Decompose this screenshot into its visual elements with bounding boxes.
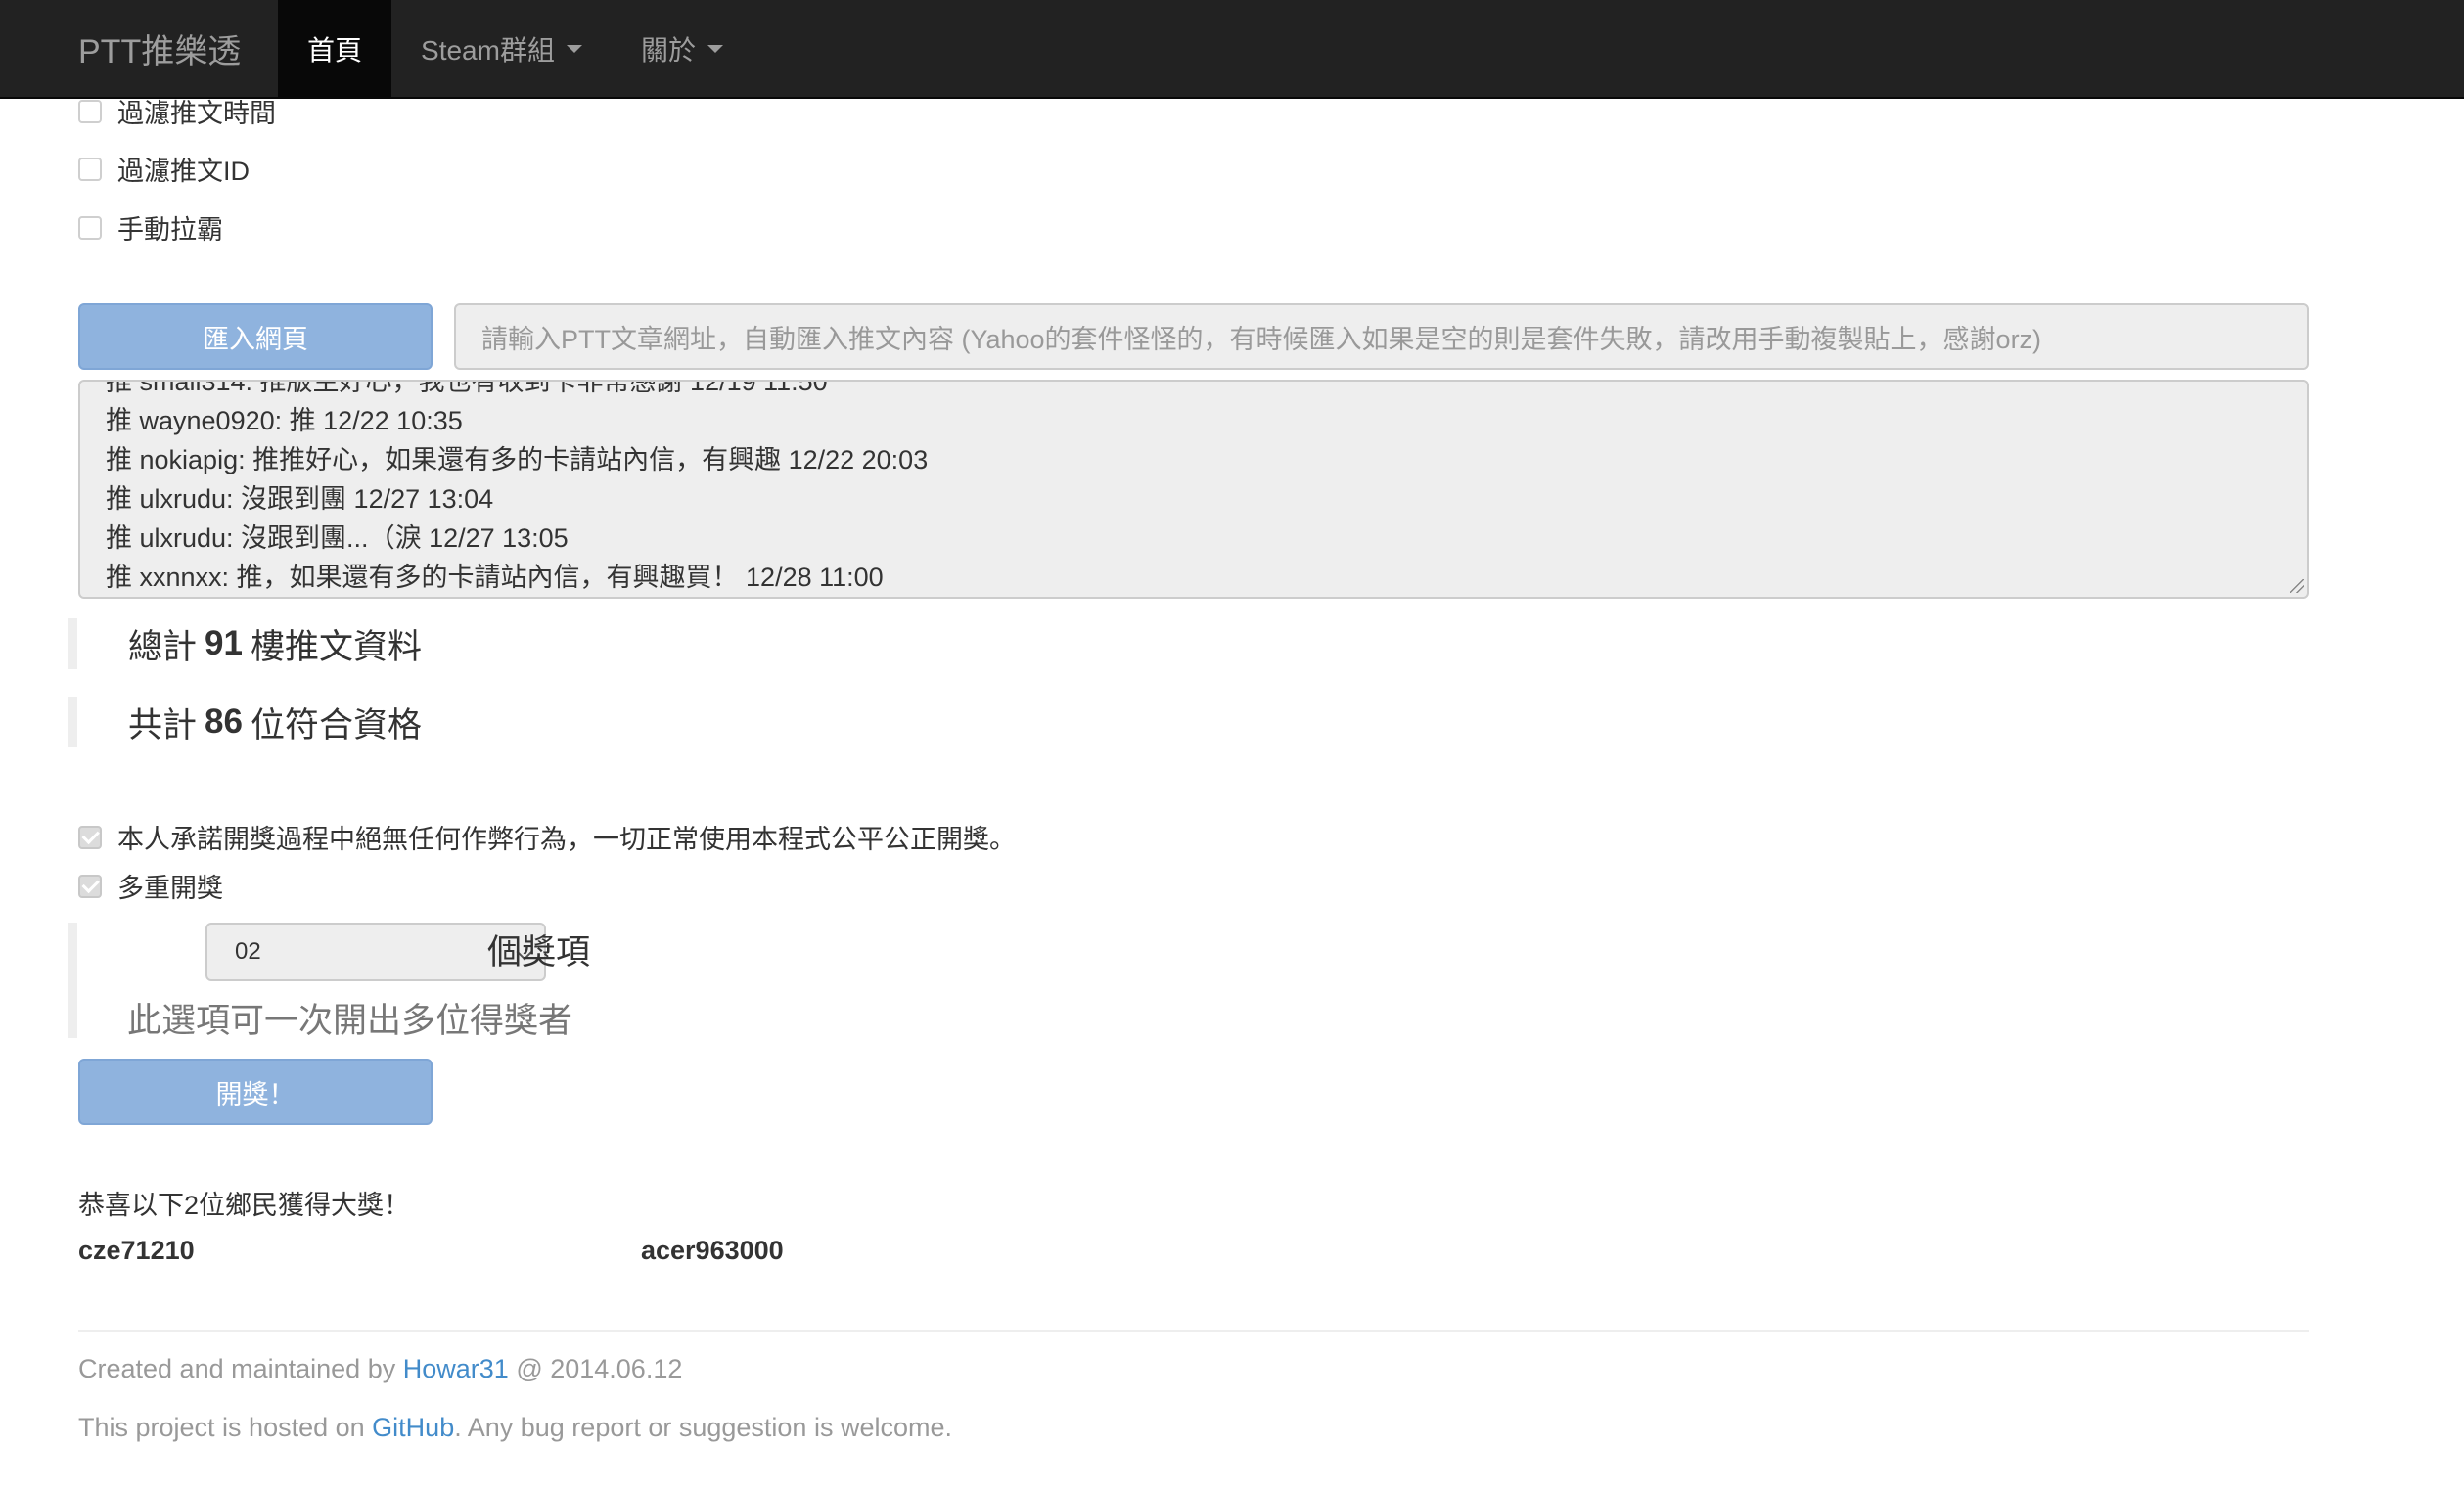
total-comments-stat: 總計 91 樓推文資料 [68, 618, 422, 669]
draw-button[interactable]: 開獎！ [78, 1059, 433, 1125]
footer-credit-prefix: Created and maintained by [78, 1354, 396, 1383]
fair-promise-label: 本人承諾開獎過程中絕無任何作弊行為，一切正常使用本程式公平公正開獎。 [117, 825, 1016, 854]
footer-divider [78, 1330, 2309, 1332]
comment-line: 推 xxnnxx: 推，如果還有多的卡請站內信，有興趣買！ 12/28 11:0… [106, 563, 884, 592]
caret-down-icon [566, 44, 582, 53]
footer-credit-date: @ 2014.06.12 [516, 1354, 683, 1383]
total-count: 91 [205, 624, 243, 662]
github-link[interactable]: GitHub [372, 1413, 454, 1442]
winner-name: cze71210 [78, 1236, 195, 1265]
multi-draw-help: 此選項可一次開出多位得獎者 [127, 1002, 573, 1040]
comment-line: 推 wayne0920: 推 12/22 10:35 [106, 406, 463, 435]
winner-name: acer963000 [641, 1236, 784, 1265]
fair-promise-checkbox[interactable] [78, 825, 102, 849]
prize-unit-label: 個獎項 [487, 933, 591, 971]
nav-home-label: 首頁 [307, 34, 363, 66]
caret-down-icon [707, 44, 723, 53]
manual-spin-label: 手動拉霸 [117, 215, 223, 245]
qualified-count: 86 [205, 702, 243, 741]
comments-textarea[interactable]: 推 small314: 推版主好心，我也有收到卡非常感謝 12/19 11:50… [78, 380, 2309, 599]
filter-id-label: 過濾推文ID [117, 157, 250, 186]
footer-hosting-prefix: This project is hosted on [78, 1413, 365, 1442]
comments-list: 推 small314: 推版主好心，我也有收到卡非常感謝 12/19 11:50… [106, 380, 929, 597]
nav-steam-group[interactable]: Steam群組 [391, 0, 612, 97]
nav-steam-label: Steam群組 [421, 34, 555, 66]
comment-line: 推 nokiapig: 推推好心，如果還有多的卡請站內信，有興趣 12/22 2… [106, 445, 929, 474]
author-link[interactable]: Howar31 [403, 1354, 509, 1383]
qualified-suffix: 位符合資格 [250, 705, 422, 745]
fair-promise-option[interactable]: 本人承諾開獎過程中絕無任何作弊行為，一切正常使用本程式公平公正開獎。 [78, 818, 1016, 856]
nav-home[interactable]: 首頁 [278, 0, 392, 97]
multi-draw-checkbox[interactable] [78, 874, 102, 898]
qualified-prefix: 共計 [128, 705, 198, 745]
footer-credit: Created and maintained by Howar31 @ 2014… [78, 1354, 682, 1384]
total-suffix: 樓推文資料 [250, 627, 422, 666]
brand-link[interactable]: PTT推樂透 [78, 0, 278, 97]
footer-hosting-suffix: . Any bug report or suggestion is welcom… [454, 1413, 952, 1442]
total-prefix: 總計 [128, 627, 198, 666]
manual-spin-option[interactable]: 手動拉霸 [78, 208, 223, 247]
comment-line: 推 small314: 推版主好心，我也有收到卡非常感謝 12/19 11:50 [106, 380, 828, 396]
filter-id-option[interactable]: 過濾推文ID [78, 150, 250, 188]
footer-hosting: This project is hosted on GitHub. Any bu… [78, 1413, 952, 1443]
top-navbar: PTT推樂透 首頁 Steam群組 關於 [0, 0, 2464, 99]
filter-id-checkbox[interactable] [78, 157, 102, 181]
qualified-users-stat: 共計 86 位符合資格 [68, 697, 422, 747]
comment-line: 推 ulxrudu: 沒跟到團...（淚 12/27 13:05 [106, 523, 569, 553]
resize-handle-icon[interactable] [2290, 579, 2304, 593]
filter-time-checkbox[interactable] [78, 99, 102, 123]
article-url-input[interactable]: 請輸入PTT文章網址，自動匯入推文內容 (Yahoo的套件怪怪的，有時候匯入如果… [454, 303, 2309, 370]
nav-about[interactable]: 關於 [612, 0, 753, 97]
manual-spin-checkbox[interactable] [78, 215, 102, 240]
multi-draw-label: 多重開獎 [117, 874, 223, 903]
import-page-button[interactable]: 匯入網頁 [78, 303, 433, 370]
prize-count-value: 02 [235, 938, 261, 965]
comment-line: 推 ulxrudu: 沒跟到團 12/27 13:04 [106, 484, 494, 514]
multi-draw-option[interactable]: 多重開獎 [78, 867, 223, 905]
winners-heading: 恭喜以下2位鄉民獲得大獎！ [78, 1191, 411, 1220]
nav-about-label: 關於 [640, 34, 696, 66]
